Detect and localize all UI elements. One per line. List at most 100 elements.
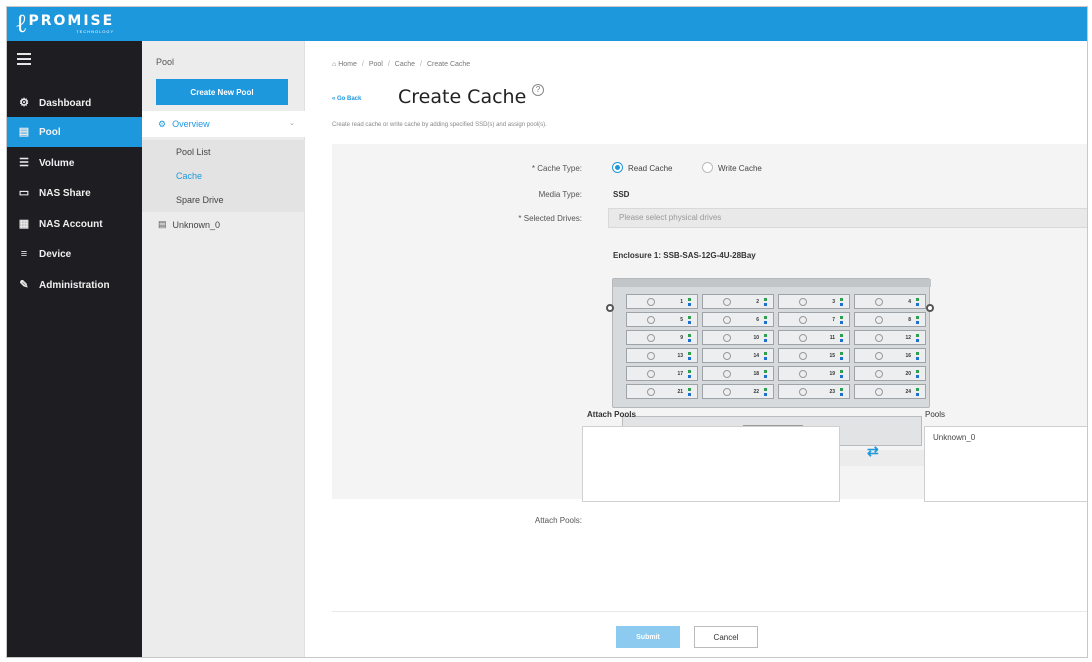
bay-activity-led-icon [688,375,691,378]
chevron-down-icon: ⌄ [289,120,295,127]
sidebar-item-label: Device [39,248,72,260]
sidebar-item-dashboard[interactable]: ⚙ Dashboard [7,88,142,118]
drive-bay[interactable]: 23 [778,384,850,399]
selected-drives-input[interactable]: Please select physical drives [608,208,1087,228]
drive-bay[interactable]: 8 [854,312,926,327]
bay-latch-icon [799,370,807,378]
sidebar-item-nas-account[interactable]: ▦ NAS Account [7,209,142,239]
bay-latch-icon [875,370,883,378]
bay-number: 22 [753,389,759,395]
drive-bay[interactable]: 10 [702,330,774,345]
sidebar-item-device[interactable]: ≡ Device [7,239,142,269]
sidebar-item-label: Volume [39,157,75,169]
attach-pools-list-title: Attach Pools [587,410,636,419]
submit-button[interactable]: Submit [616,626,680,648]
sidebar-item-label: Administration [39,279,110,291]
bay-latch-icon [647,370,655,378]
read-cache-label[interactable]: Read Cache [628,164,672,173]
swap-arrows-icon[interactable]: ⇄ [867,443,879,460]
drive-bay[interactable]: 13 [626,348,698,363]
bay-activity-led-icon [840,357,843,360]
bay-status-led-icon [764,334,767,337]
breadcrumb-pool[interactable]: Pool [369,61,383,68]
drive-bay[interactable]: 20 [854,366,926,381]
bay-status-led-icon [688,316,691,319]
subnav-item-pool-list[interactable]: Pool List [142,140,305,164]
sidebar-item-administration[interactable]: ✎ Administration [7,270,142,300]
subnav-item-spare-drive[interactable]: Spare Drive [142,188,305,212]
drive-bay[interactable]: 4 [854,294,926,309]
attach-pools-label: Attach Pools: [534,516,582,525]
bay-number: 15 [829,353,835,359]
drive-bay[interactable]: 24 [854,384,926,399]
drive-bay[interactable]: 17 [626,366,698,381]
pool-subnav: Pool Create New Pool ⚙ Overview ⌄ Pool L… [142,41,305,657]
bay-activity-led-icon [840,339,843,342]
drive-bay[interactable]: 14 [702,348,774,363]
drive-bay[interactable]: 12 [854,330,926,345]
drive-bay[interactable]: 22 [702,384,774,399]
bay-latch-icon [723,352,731,360]
write-cache-radio[interactable] [702,162,713,173]
cancel-button[interactable]: Cancel [694,626,758,648]
subnav-pool-entry[interactable]: ▤ Unknown_0 [158,219,220,230]
breadcrumb-cache[interactable]: Cache [395,61,415,68]
bay-activity-led-icon [688,357,691,360]
write-cache-label[interactable]: Write Cache [718,164,762,173]
help-icon[interactable]: ? [532,84,544,96]
drive-bay[interactable]: 18 [702,366,774,381]
hamburger-menu-icon[interactable] [17,53,31,65]
account-icon: ▦ [18,218,30,230]
bay-status-led-icon [688,298,691,301]
drive-bay[interactable]: 9 [626,330,698,345]
pool-option[interactable]: Unknown_0 [933,433,975,442]
subnav-overview[interactable]: ⚙ Overview ⌄ [142,111,305,137]
page-description: Create read cache or write cache by addi… [332,122,547,128]
sidebar-item-nas-share[interactable]: ▭ NAS Share [7,178,142,208]
bay-number: 1 [680,299,683,305]
overview-label: Overview [172,119,210,129]
drive-bay[interactable]: 15 [778,348,850,363]
bay-number: 9 [680,335,683,341]
brand-subtitle: TECHNOLOGY [76,28,115,34]
subnav-item-cache[interactable]: Cache [142,164,305,188]
pools-list[interactable]: Unknown_0 [924,426,1087,502]
drive-bay[interactable]: 2 [702,294,774,309]
read-cache-radio[interactable] [612,162,623,173]
bay-latch-icon [647,388,655,396]
drive-bay[interactable]: 16 [854,348,926,363]
go-back-link[interactable]: « Go Back [332,96,361,102]
drive-bay[interactable]: 7 [778,312,850,327]
bay-activity-led-icon [840,393,843,396]
right-handle-icon [926,304,934,312]
bay-latch-icon [799,316,807,324]
sidebar-item-volume[interactable]: ☰ Volume [7,148,142,178]
create-new-pool-button[interactable]: Create New Pool [156,79,288,105]
drive-bay[interactable]: 11 [778,330,850,345]
drive-bay[interactable]: 6 [702,312,774,327]
bay-number: 18 [753,371,759,377]
drive-bay[interactable]: 5 [626,312,698,327]
bay-activity-led-icon [764,375,767,378]
bay-latch-icon [799,352,807,360]
bay-number: 11 [829,335,835,341]
breadcrumb-home[interactable]: Home [338,61,357,68]
sidebar-item-pool[interactable]: ▤ Pool [7,117,142,147]
bay-activity-led-icon [764,321,767,324]
bay-latch-icon [875,388,883,396]
bay-number: 14 [753,353,759,359]
bay-activity-led-icon [916,393,919,396]
bay-latch-icon [647,352,655,360]
drive-bay[interactable]: 19 [778,366,850,381]
sidebar: ⚙ Dashboard ▤ Pool ☰ Volume ▭ NAS Share … [7,41,142,657]
overview-icon: ⚙ [158,118,167,129]
bay-status-led-icon [840,370,843,373]
drive-bay[interactable]: 1 [626,294,698,309]
drive-bay[interactable]: 21 [626,384,698,399]
server-icon: ▤ [158,219,167,229]
bay-activity-led-icon [688,321,691,324]
pools-list-title: Pools [925,410,946,419]
bay-latch-icon [799,388,807,396]
drive-bay[interactable]: 3 [778,294,850,309]
attach-pools-list[interactable] [582,426,840,502]
